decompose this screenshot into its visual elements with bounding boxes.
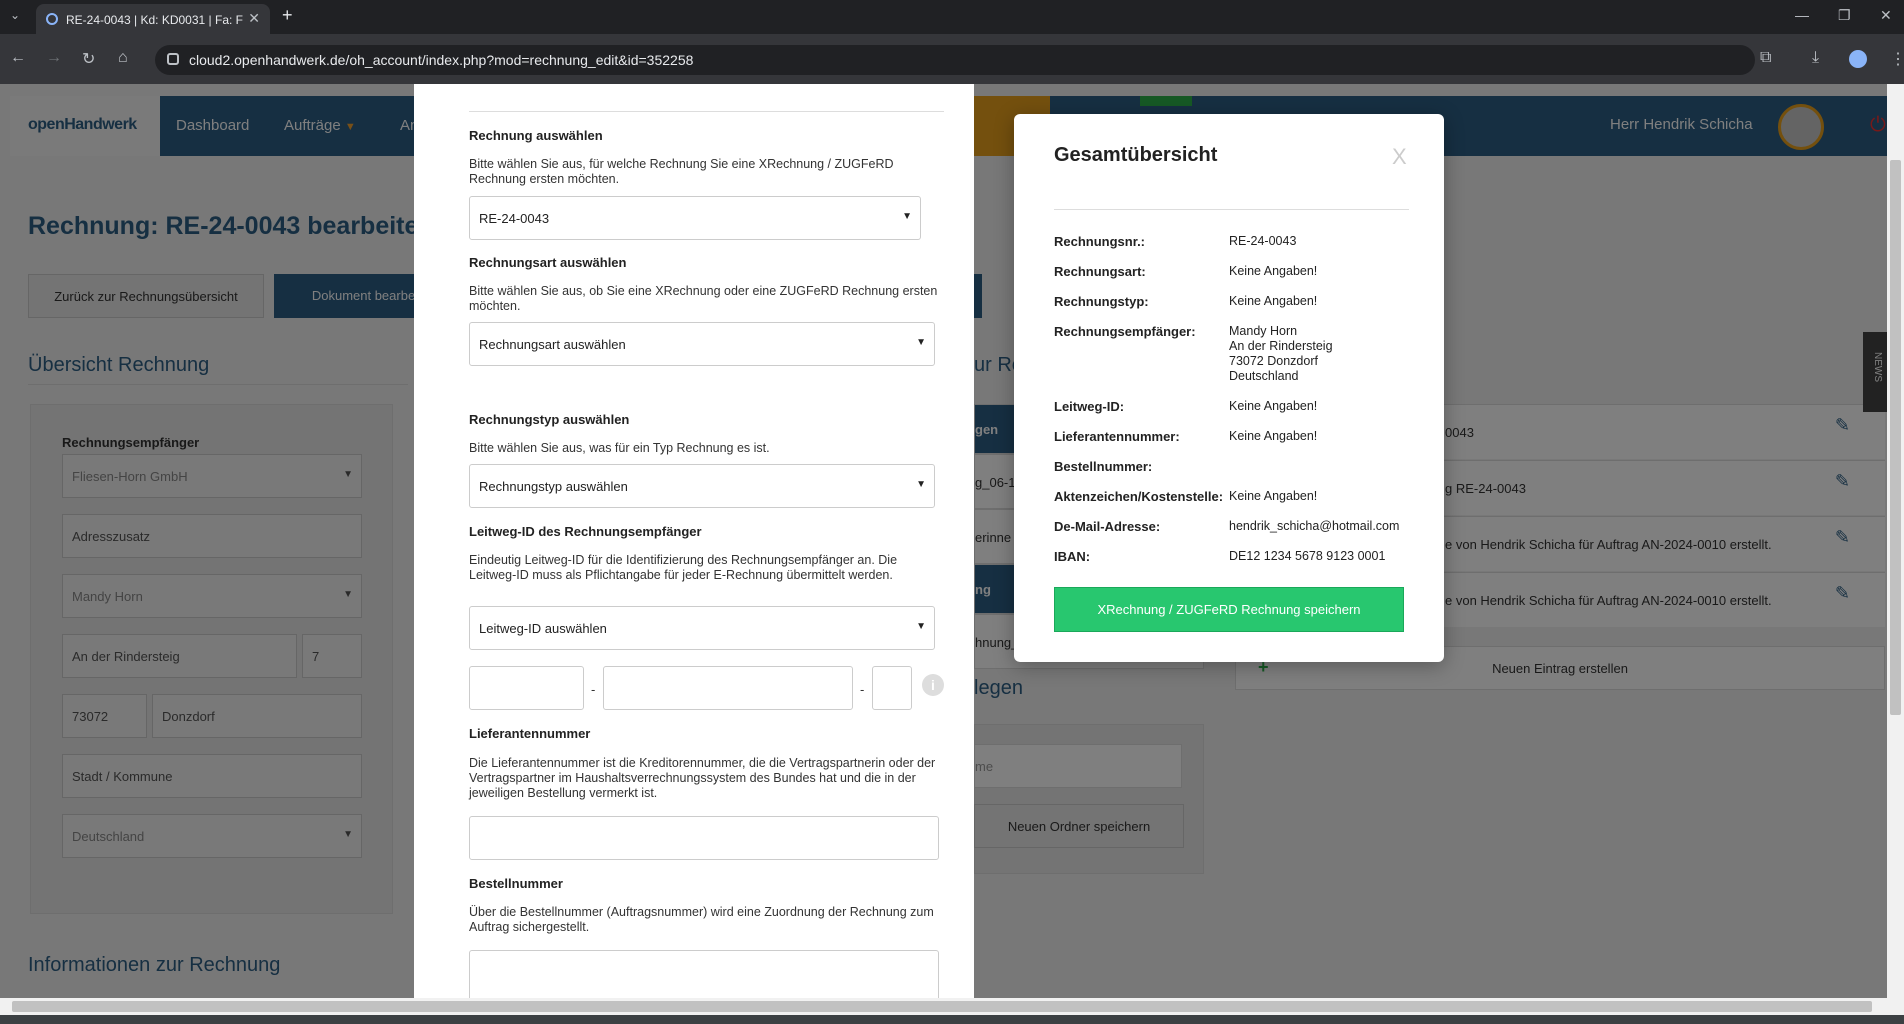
site-info-icon[interactable] (167, 53, 179, 65)
summary-value: Keine Angaben! (1229, 294, 1318, 308)
download-icon[interactable]: ⤓ (1812, 49, 1819, 67)
invoice-type-select[interactable]: Rechnungstyp auswählen ▼ (469, 464, 935, 508)
summary-label: Rechnungstyp: (1054, 294, 1149, 309)
window-bottom-edge (0, 1015, 1904, 1024)
new-tab-button[interactable]: + (282, 5, 293, 26)
summary-value: DE12 1234 5678 9123 0001 (1229, 549, 1386, 563)
summary-label: Bestellnummer: (1054, 459, 1153, 474)
leitweg-select[interactable]: Leitweg-ID auswählen ▼ (469, 606, 935, 650)
dash-separator: - (591, 682, 596, 697)
invoice-type-value: Rechnungstyp auswählen (479, 479, 628, 494)
reload-icon[interactable]: ↻ (82, 49, 95, 69)
minimize-icon[interactable]: — (1795, 7, 1809, 23)
summary-value: Keine Angaben! (1229, 399, 1318, 413)
order-number-input[interactable] (469, 950, 939, 998)
summary-value: Mandy Horn An der Rindersteig 73072 Donz… (1229, 324, 1429, 384)
leitweg-desc: Eindeutig Leitweg-ID für die Identifizie… (469, 553, 898, 582)
xrechnung-form-panel: Rechnung auswählen Bitte wählen Sie aus,… (414, 84, 974, 998)
chevron-down-icon: ▼ (916, 621, 926, 632)
forward-icon[interactable]: → (46, 49, 62, 67)
horizontal-scrollbar-thumb[interactable] (12, 1001, 1872, 1012)
summary-label: De-Mail-Adresse: (1054, 519, 1161, 534)
browser-tab[interactable]: RE-24-0043 | Kd: KD0031 | Fa: F ✕ (36, 4, 270, 34)
summary-value: Keine Angaben! (1229, 264, 1318, 278)
invoice-type-title: Rechnungstyp auswählen (469, 412, 630, 427)
divider (469, 111, 944, 112)
window-close-icon[interactable]: ✕ (1880, 7, 1892, 24)
vertical-scrollbar-thumb[interactable] (1890, 160, 1901, 715)
menu-icon[interactable]: ⋮ (1890, 49, 1904, 69)
leitweg-value: Leitweg-ID auswählen (479, 621, 607, 636)
save-xrechnung-button[interactable]: XRechnung / ZUGFeRD Rechnung speichern (1054, 587, 1404, 632)
order-number-desc: Über die Bestellnummer (Auftragsnummer) … (469, 905, 934, 934)
summary-modal: Gesamtübersicht X Rechnungsnr.: RE-24-00… (1014, 114, 1444, 662)
recipient-line: Deutschland (1229, 369, 1299, 383)
close-icon[interactable]: X (1392, 144, 1407, 170)
recipient-line: 73072 Donzdorf (1229, 354, 1318, 368)
invoice-kind-select[interactable]: Rechnungsart auswählen ▼ (469, 322, 935, 366)
leitweg-part3-input[interactable] (872, 666, 912, 710)
divider (1054, 209, 1409, 210)
summary-label: Lieferantennummer: (1054, 429, 1180, 444)
chevron-down-icon: ▼ (916, 479, 926, 490)
supplier-number-title: Lieferantennummer (469, 726, 591, 741)
dash-separator: - (860, 682, 865, 697)
summary-value: RE-24-0043 (1229, 234, 1297, 248)
leitweg-part1-input[interactable] (469, 666, 584, 710)
summary-label: Aktenzeichen/Kostenstelle: (1054, 489, 1224, 504)
info-icon[interactable]: i (922, 674, 944, 696)
order-number-title: Bestellnummer (469, 876, 563, 891)
address-bar[interactable]: cloud2.openhandwerk.de/oh_account/index.… (155, 45, 1755, 75)
extensions-icon[interactable]: ⧉ (1760, 49, 1771, 67)
chevron-down-icon: ▼ (902, 211, 912, 222)
supplier-number-desc: Die Lieferantennummer ist die Kreditoren… (469, 756, 936, 800)
leitweg-title: Leitweg-ID des Rechnungsempfänger (469, 524, 702, 539)
url-text: cloud2.openhandwerk.de/oh_account/index.… (189, 52, 694, 68)
summary-value: Keine Angaben! (1229, 429, 1318, 443)
invoice-kind-title: Rechnungsart auswählen (469, 255, 627, 270)
supplier-number-input[interactable] (469, 816, 939, 860)
summary-label: Leitweg-ID: (1054, 399, 1125, 414)
invoice-kind-desc: Bitte wählen Sie aus, ob Sie eine XRechn… (469, 284, 938, 313)
tab-title: RE-24-0043 | Kd: KD0031 | Fa: F (66, 13, 243, 27)
recipient-line: Mandy Horn (1229, 324, 1298, 338)
summary-label: Rechnungsempfänger: (1054, 324, 1196, 339)
invoice-kind-value: Rechnungsart auswählen (479, 337, 626, 352)
invoice-select-value: RE-24-0043 (479, 211, 550, 226)
chevron-down-icon: ▼ (916, 337, 926, 348)
summary-value: hendrik_schicha@hotmail.com (1229, 519, 1400, 533)
profile-icon[interactable] (1849, 50, 1867, 68)
tab-close-icon[interactable]: ✕ (248, 10, 260, 27)
browser-tab-bar: ⌄ RE-24-0043 | Kd: KD0031 | Fa: F ✕ + — … (0, 0, 1904, 34)
summary-label: Rechnungsart: (1054, 264, 1146, 279)
summary-label: Rechnungsnr.: (1054, 234, 1146, 249)
back-icon[interactable]: ← (10, 49, 26, 67)
restore-icon[interactable]: ❐ (1838, 7, 1851, 24)
home-icon[interactable]: ⌂ (118, 49, 128, 67)
invoice-type-desc: Bitte wählen Sie aus, was für ein Typ Re… (469, 441, 770, 455)
modal-title: Gesamtübersicht (1054, 144, 1218, 166)
invoice-select-desc: Bitte wählen Sie aus, für welche Rechnun… (469, 157, 894, 186)
recipient-line: An der Rindersteig (1229, 339, 1333, 353)
summary-value: Keine Angaben! (1229, 489, 1318, 503)
tab-list-chevron-icon[interactable]: ⌄ (10, 8, 20, 22)
summary-label: IBAN: (1054, 549, 1091, 564)
invoice-select[interactable]: RE-24-0043 ▼ (469, 196, 921, 240)
leitweg-part2-input[interactable] (603, 666, 853, 710)
invoice-select-title: Rechnung auswählen (469, 128, 603, 143)
loading-icon (46, 13, 58, 25)
